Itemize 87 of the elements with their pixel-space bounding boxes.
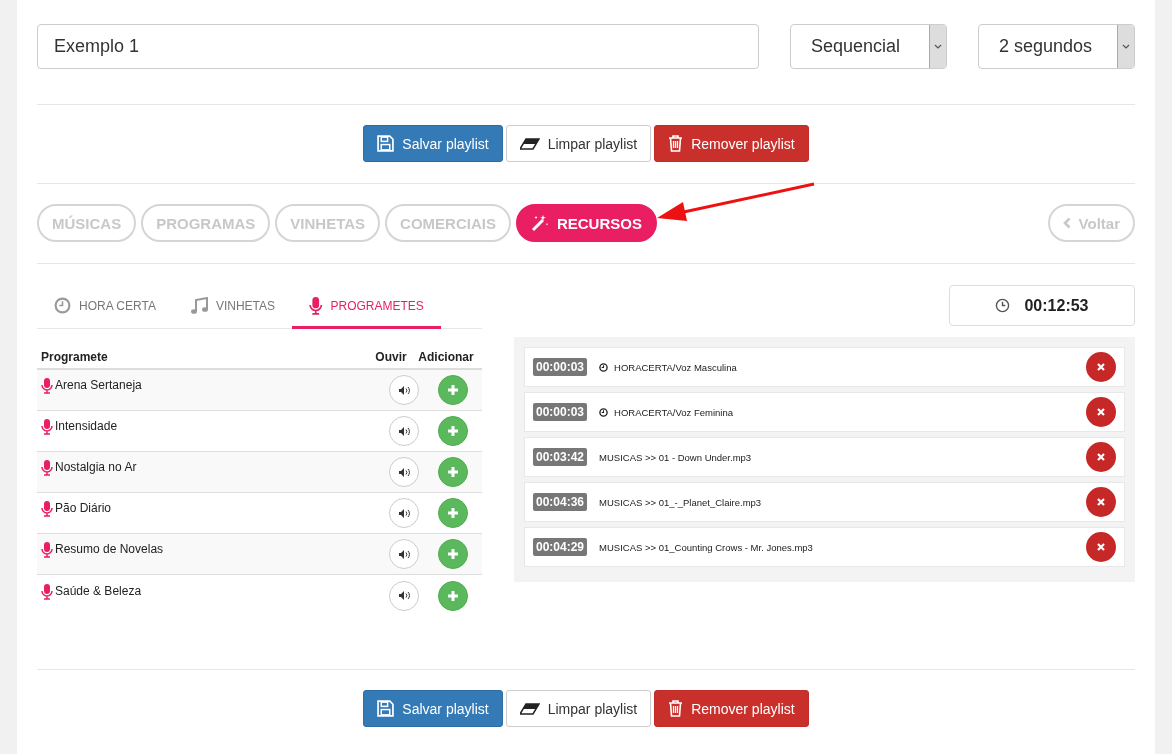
close-icon xyxy=(1097,408,1105,416)
track-title: MUSICAS >> 01_-_Planet_Claire.mp3 xyxy=(599,496,763,508)
clock-icon xyxy=(995,298,1011,313)
eraser-icon xyxy=(519,702,540,715)
close-icon xyxy=(1097,453,1105,461)
programete-name: Nostalgia no Ar xyxy=(55,460,138,474)
music-note-icon xyxy=(189,296,208,315)
source-tab[interactable]: HORA CERTA xyxy=(37,285,173,329)
plus-icon xyxy=(447,548,459,560)
listen-button[interactable] xyxy=(389,375,419,405)
microphone-icon xyxy=(41,378,53,394)
interval-select[interactable]: 2 segundos xyxy=(978,24,1135,69)
programete-name: Saúde & Beleza xyxy=(55,583,143,598)
microphone-icon xyxy=(41,542,53,558)
close-icon xyxy=(1097,498,1105,506)
microphone-icon xyxy=(41,583,53,600)
speaker-icon xyxy=(398,549,410,559)
category-tab[interactable]: RECURSOS xyxy=(515,204,657,242)
track-title: HORACERTA/Voz Feminina xyxy=(614,406,734,418)
save-playlist-button[interactable]: Salvar playlist xyxy=(363,690,503,727)
duration-badge: 00:04:29 xyxy=(533,538,588,556)
plus-icon xyxy=(447,466,459,478)
source-tab[interactable]: VINHETAS xyxy=(172,285,293,329)
duration-badge: 00:00:03 xyxy=(533,403,588,421)
add-button[interactable] xyxy=(438,416,468,446)
add-button[interactable] xyxy=(438,457,468,487)
track-title: HORACERTA/Voz Masculina xyxy=(614,361,738,373)
speaker-icon xyxy=(398,591,410,600)
track-title: MUSICAS >> 01 - Down Under.mp3 xyxy=(599,451,753,463)
clear-playlist-button[interactable]: Limpar playlist xyxy=(505,125,652,162)
column-header: Adicionar xyxy=(417,349,475,364)
trash-icon xyxy=(668,135,684,152)
microphone-icon xyxy=(41,419,53,435)
plus-icon xyxy=(447,384,459,396)
close-icon xyxy=(1097,543,1105,551)
programete-name: Arena Sertaneja xyxy=(55,378,143,392)
duration-badge: 00:04:36 xyxy=(533,493,588,511)
listen-button[interactable] xyxy=(389,416,419,446)
close-icon xyxy=(1097,363,1105,371)
trash-icon xyxy=(668,700,684,717)
source-tab[interactable]: PROGRAMETES xyxy=(292,285,441,329)
column-header: Ouvir xyxy=(374,349,408,364)
plus-icon xyxy=(447,589,459,602)
remove-playlist-button[interactable]: Remover playlist xyxy=(654,690,809,727)
total-time: 00:12:53 xyxy=(1024,296,1089,315)
duration-badge: 00:00:03 xyxy=(533,358,588,376)
listen-button[interactable] xyxy=(389,580,419,611)
speaker-icon xyxy=(398,385,410,395)
playlist-name-field[interactable]: Exemplo 1 xyxy=(37,24,759,69)
listen-button[interactable] xyxy=(389,539,419,569)
delete-button[interactable] xyxy=(1086,352,1116,382)
speaker-icon xyxy=(398,426,410,436)
add-button[interactable] xyxy=(438,539,468,569)
clock-icon xyxy=(599,407,609,417)
listen-button[interactable] xyxy=(389,498,419,528)
clear-playlist-button[interactable]: Limpar playlist xyxy=(505,690,652,727)
column-header: Programete xyxy=(41,349,109,364)
programete-name: Resumo de Novelas xyxy=(55,542,165,556)
add-button[interactable] xyxy=(438,580,468,611)
remove-playlist-button[interactable]: Remover playlist xyxy=(654,125,809,162)
microphone-icon xyxy=(41,460,53,476)
listen-button[interactable] xyxy=(389,457,419,487)
delete-button[interactable] xyxy=(1086,442,1116,472)
plus-icon xyxy=(447,507,459,519)
eraser-icon xyxy=(519,137,540,150)
chevron-down-icon xyxy=(934,44,942,49)
add-button[interactable] xyxy=(438,498,468,528)
speaker-icon xyxy=(398,467,410,477)
programete-name: Pão Diário xyxy=(55,501,113,515)
delete-button[interactable] xyxy=(1086,487,1116,517)
save-playlist-button[interactable]: Salvar playlist xyxy=(363,125,503,162)
mode-select[interactable]: Sequencial xyxy=(790,24,947,69)
programete-name: Intensidade xyxy=(55,419,119,433)
add-button[interactable] xyxy=(438,375,468,405)
clock-icon xyxy=(599,362,609,372)
chevron-left-icon xyxy=(1062,217,1071,229)
plus-icon xyxy=(447,425,459,437)
chevron-down-icon xyxy=(1122,44,1130,49)
microphone-icon xyxy=(41,501,53,517)
magic-wand-icon xyxy=(530,214,549,232)
clock-icon xyxy=(54,297,71,314)
delete-button[interactable] xyxy=(1086,532,1116,562)
microphone-icon xyxy=(309,296,323,315)
delete-button[interactable] xyxy=(1086,397,1116,427)
track-title: MUSICAS >> 01_Counting Crows - Mr. Jones.mp3 xyxy=(599,541,814,553)
speaker-icon xyxy=(398,508,410,518)
duration-badge: 00:03:42 xyxy=(533,448,588,466)
